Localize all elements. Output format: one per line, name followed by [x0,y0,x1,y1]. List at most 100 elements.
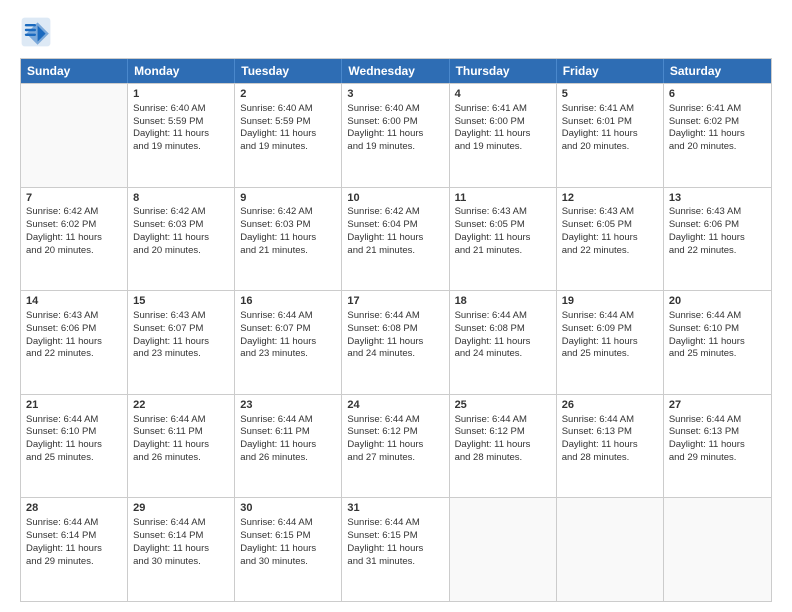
calendar-row-4: 21Sunrise: 6:44 AM Sunset: 6:10 PM Dayli… [21,394,771,498]
day-cell-14: 14Sunrise: 6:43 AM Sunset: 6:06 PM Dayli… [21,291,128,394]
day-number: 20 [669,294,766,309]
day-info: Sunrise: 6:44 AM Sunset: 6:10 PM Dayligh… [669,310,766,361]
day-info: Sunrise: 6:44 AM Sunset: 6:13 PM Dayligh… [562,414,658,465]
day-cell-17: 17Sunrise: 6:44 AM Sunset: 6:08 PM Dayli… [342,291,449,394]
day-cell-12: 12Sunrise: 6:43 AM Sunset: 6:05 PM Dayli… [557,188,664,291]
day-cell-23: 23Sunrise: 6:44 AM Sunset: 6:11 PM Dayli… [235,395,342,498]
day-cell-18: 18Sunrise: 6:44 AM Sunset: 6:08 PM Dayli… [450,291,557,394]
day-cell-empty-0-0 [21,84,128,187]
day-info: Sunrise: 6:44 AM Sunset: 6:10 PM Dayligh… [26,414,122,465]
day-number: 31 [347,501,443,516]
day-info: Sunrise: 6:44 AM Sunset: 6:07 PM Dayligh… [240,310,336,361]
day-number: 14 [26,294,122,309]
day-info: Sunrise: 6:40 AM Sunset: 5:59 PM Dayligh… [240,103,336,154]
day-cell-16: 16Sunrise: 6:44 AM Sunset: 6:07 PM Dayli… [235,291,342,394]
day-number: 4 [455,87,551,102]
day-number: 11 [455,191,551,206]
day-info: Sunrise: 6:44 AM Sunset: 6:08 PM Dayligh… [347,310,443,361]
page: SundayMondayTuesdayWednesdayThursdayFrid… [0,0,792,612]
day-number: 17 [347,294,443,309]
day-cell-25: 25Sunrise: 6:44 AM Sunset: 6:12 PM Dayli… [450,395,557,498]
weekday-header-saturday: Saturday [664,59,771,83]
weekday-header-monday: Monday [128,59,235,83]
day-info: Sunrise: 6:43 AM Sunset: 6:05 PM Dayligh… [562,206,658,257]
calendar-row-3: 14Sunrise: 6:43 AM Sunset: 6:06 PM Dayli… [21,290,771,394]
day-info: Sunrise: 6:40 AM Sunset: 5:59 PM Dayligh… [133,103,229,154]
day-info: Sunrise: 6:44 AM Sunset: 6:08 PM Dayligh… [455,310,551,361]
day-info: Sunrise: 6:42 AM Sunset: 6:04 PM Dayligh… [347,206,443,257]
day-cell-13: 13Sunrise: 6:43 AM Sunset: 6:06 PM Dayli… [664,188,771,291]
day-cell-8: 8Sunrise: 6:42 AM Sunset: 6:03 PM Daylig… [128,188,235,291]
day-number: 21 [26,398,122,413]
day-cell-empty-4-5 [557,498,664,601]
day-number: 2 [240,87,336,102]
day-info: Sunrise: 6:40 AM Sunset: 6:00 PM Dayligh… [347,103,443,154]
day-cell-7: 7Sunrise: 6:42 AM Sunset: 6:02 PM Daylig… [21,188,128,291]
day-number: 25 [455,398,551,413]
calendar-row-2: 7Sunrise: 6:42 AM Sunset: 6:02 PM Daylig… [21,187,771,291]
day-number: 12 [562,191,658,206]
day-info: Sunrise: 6:41 AM Sunset: 6:01 PM Dayligh… [562,103,658,154]
day-cell-4: 4Sunrise: 6:41 AM Sunset: 6:00 PM Daylig… [450,84,557,187]
day-cell-11: 11Sunrise: 6:43 AM Sunset: 6:05 PM Dayli… [450,188,557,291]
weekday-header-sunday: Sunday [21,59,128,83]
day-number: 26 [562,398,658,413]
calendar: SundayMondayTuesdayWednesdayThursdayFrid… [20,58,772,602]
day-number: 19 [562,294,658,309]
weekday-header-wednesday: Wednesday [342,59,449,83]
logo-icon [20,16,52,48]
day-number: 30 [240,501,336,516]
day-info: Sunrise: 6:44 AM Sunset: 6:15 PM Dayligh… [240,517,336,568]
day-cell-3: 3Sunrise: 6:40 AM Sunset: 6:00 PM Daylig… [342,84,449,187]
day-cell-22: 22Sunrise: 6:44 AM Sunset: 6:11 PM Dayli… [128,395,235,498]
day-number: 8 [133,191,229,206]
day-cell-21: 21Sunrise: 6:44 AM Sunset: 6:10 PM Dayli… [21,395,128,498]
day-info: Sunrise: 6:43 AM Sunset: 6:06 PM Dayligh… [26,310,122,361]
day-info: Sunrise: 6:43 AM Sunset: 6:05 PM Dayligh… [455,206,551,257]
day-info: Sunrise: 6:44 AM Sunset: 6:15 PM Dayligh… [347,517,443,568]
day-number: 28 [26,501,122,516]
day-cell-29: 29Sunrise: 6:44 AM Sunset: 6:14 PM Dayli… [128,498,235,601]
day-cell-10: 10Sunrise: 6:42 AM Sunset: 6:04 PM Dayli… [342,188,449,291]
day-number: 3 [347,87,443,102]
day-info: Sunrise: 6:42 AM Sunset: 6:03 PM Dayligh… [133,206,229,257]
day-info: Sunrise: 6:44 AM Sunset: 6:12 PM Dayligh… [455,414,551,465]
day-info: Sunrise: 6:44 AM Sunset: 6:13 PM Dayligh… [669,414,766,465]
day-number: 13 [669,191,766,206]
day-number: 1 [133,87,229,102]
calendar-row-1: 1Sunrise: 6:40 AM Sunset: 5:59 PM Daylig… [21,83,771,187]
day-cell-31: 31Sunrise: 6:44 AM Sunset: 6:15 PM Dayli… [342,498,449,601]
header [20,16,772,48]
day-cell-1: 1Sunrise: 6:40 AM Sunset: 5:59 PM Daylig… [128,84,235,187]
day-info: Sunrise: 6:42 AM Sunset: 6:03 PM Dayligh… [240,206,336,257]
weekday-header-friday: Friday [557,59,664,83]
calendar-header: SundayMondayTuesdayWednesdayThursdayFrid… [21,59,771,83]
day-cell-24: 24Sunrise: 6:44 AM Sunset: 6:12 PM Dayli… [342,395,449,498]
day-cell-empty-4-4 [450,498,557,601]
day-info: Sunrise: 6:43 AM Sunset: 6:07 PM Dayligh… [133,310,229,361]
day-info: Sunrise: 6:44 AM Sunset: 6:11 PM Dayligh… [133,414,229,465]
day-cell-15: 15Sunrise: 6:43 AM Sunset: 6:07 PM Dayli… [128,291,235,394]
day-number: 10 [347,191,443,206]
day-number: 7 [26,191,122,206]
day-info: Sunrise: 6:44 AM Sunset: 6:14 PM Dayligh… [26,517,122,568]
weekday-header-thursday: Thursday [450,59,557,83]
day-info: Sunrise: 6:41 AM Sunset: 6:02 PM Dayligh… [669,103,766,154]
day-info: Sunrise: 6:44 AM Sunset: 6:14 PM Dayligh… [133,517,229,568]
day-cell-28: 28Sunrise: 6:44 AM Sunset: 6:14 PM Dayli… [21,498,128,601]
day-info: Sunrise: 6:41 AM Sunset: 6:00 PM Dayligh… [455,103,551,154]
day-number: 16 [240,294,336,309]
day-number: 18 [455,294,551,309]
day-cell-9: 9Sunrise: 6:42 AM Sunset: 6:03 PM Daylig… [235,188,342,291]
day-cell-30: 30Sunrise: 6:44 AM Sunset: 6:15 PM Dayli… [235,498,342,601]
day-cell-empty-4-6 [664,498,771,601]
day-number: 6 [669,87,766,102]
day-cell-20: 20Sunrise: 6:44 AM Sunset: 6:10 PM Dayli… [664,291,771,394]
day-cell-26: 26Sunrise: 6:44 AM Sunset: 6:13 PM Dayli… [557,395,664,498]
day-info: Sunrise: 6:43 AM Sunset: 6:06 PM Dayligh… [669,206,766,257]
day-cell-6: 6Sunrise: 6:41 AM Sunset: 6:02 PM Daylig… [664,84,771,187]
day-number: 27 [669,398,766,413]
day-info: Sunrise: 6:44 AM Sunset: 6:12 PM Dayligh… [347,414,443,465]
day-number: 29 [133,501,229,516]
day-number: 9 [240,191,336,206]
